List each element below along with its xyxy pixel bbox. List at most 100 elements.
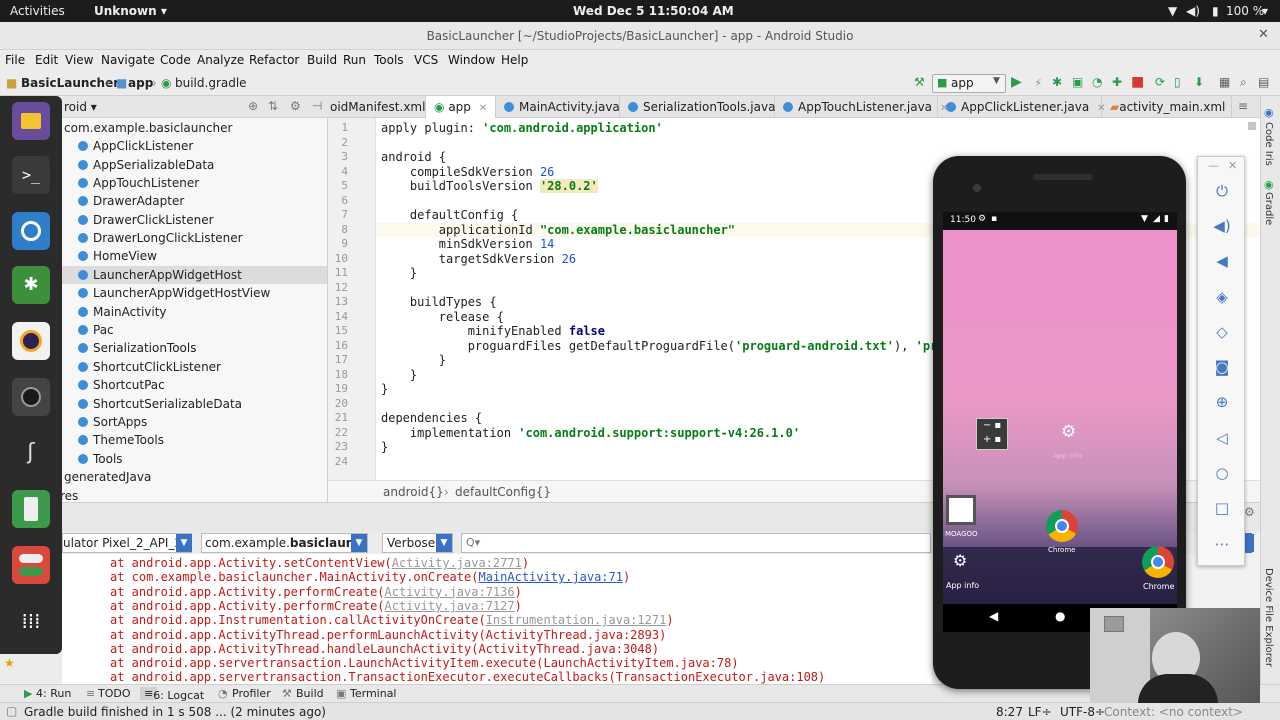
home-icon[interactable]: ○ [1211, 462, 1233, 484]
debug-icon[interactable]: ✱ [1052, 75, 1062, 89]
avd-manager-icon[interactable]: ▯ [1174, 75, 1181, 89]
back-icon[interactable]: ◁ [1211, 427, 1233, 449]
screenshot-camera-icon[interactable]: ◙ [1211, 356, 1233, 378]
tree-class-item[interactable]: Pac [78, 321, 114, 339]
zoom-icon[interactable]: ⊕ [1211, 391, 1233, 413]
tab-android-manifest[interactable]: oidManifest.xml [328, 96, 426, 118]
tab-activity-main-xml[interactable]: ▰activity_main.xml [1102, 96, 1232, 118]
menu-window[interactable]: Window [448, 53, 495, 67]
rotate-left-icon[interactable]: ◈ [1211, 286, 1233, 308]
gradle-tab[interactable]: Gradle [1263, 192, 1274, 225]
volume-down-icon[interactable]: ◀ [1211, 250, 1233, 272]
sync-icon[interactable]: ⟳ [1155, 75, 1165, 89]
breadcrumb-file[interactable]: build.gradle [175, 76, 247, 90]
log-search-input[interactable]: Q▾ [461, 533, 931, 553]
close-tab-icon[interactable]: ✕ [479, 103, 487, 114]
nav-home-icon[interactable]: ● [1055, 609, 1065, 623]
tree-class-item[interactable]: SortApps [78, 413, 147, 431]
menu-view[interactable]: View [65, 53, 93, 67]
make-project-icon[interactable]: ⚒ [914, 75, 925, 89]
context-indicator[interactable]: Context: <no context> [1104, 705, 1243, 719]
tool-terminal[interactable]: Terminal [350, 687, 397, 700]
tool-run[interactable]: 4: Run [36, 687, 71, 700]
attach-debugger-icon[interactable]: ✚ [1112, 75, 1122, 89]
package-dropdown[interactable]: com.example.basiclaunche ▼ [201, 533, 368, 553]
terminal-app-icon[interactable]: >_ [12, 156, 50, 194]
tree-class-item[interactable]: MainActivity [78, 303, 167, 321]
tree-class-item[interactable]: SerializationTools [78, 339, 197, 357]
tree-class-item[interactable]: AppSerializableData [78, 156, 214, 174]
log-settings-icon[interactable]: ⚙ [1244, 505, 1255, 519]
chrome-dock-icon[interactable] [1142, 546, 1174, 578]
tree-class-item-selected[interactable]: LauncherAppWidgetHost [62, 266, 327, 284]
calculator-app-icon[interactable]: − ▪ + ▪ [976, 418, 1008, 450]
tree-class-item[interactable]: DrawerClickListener [78, 211, 214, 229]
tree-class-item[interactable]: DrawerAdapter [78, 192, 184, 210]
device-file-explorer-tab[interactable]: Device File Explorer [1263, 568, 1274, 667]
system-menu-icon[interactable]: ▾ [1262, 4, 1268, 18]
files-app-icon[interactable] [12, 102, 50, 140]
menu-analyze[interactable]: Analyze [197, 53, 244, 67]
search-icon[interactable]: ⌕ [1240, 75, 1247, 90]
more-options-icon[interactable]: ⋯ [1211, 533, 1233, 555]
apply-changes-icon[interactable]: ⚡ [1034, 76, 1042, 90]
tree-class-item[interactable]: AppTouchListener [78, 174, 199, 192]
menu-tools[interactable]: Tools [374, 53, 404, 67]
log-link[interactable]: Instrumentation.java:1271 [486, 613, 667, 627]
tool-build[interactable]: Build [296, 687, 324, 700]
hide-panel-icon[interactable]: ⊣ [312, 99, 322, 113]
tree-class-item[interactable]: ShortcutClickListener [78, 358, 221, 376]
tree-class-item[interactable]: ShortcutPac [78, 376, 165, 394]
tree-class-item[interactable]: AppClickListener [78, 137, 193, 155]
settings-toggle-app-icon[interactable] [12, 546, 50, 584]
structure-icon[interactable]: ▦ [1219, 75, 1230, 89]
moagoo-app-icon[interactable] [946, 495, 976, 525]
tasks-icon[interactable]: ▤ [1258, 75, 1269, 89]
tool-profiler[interactable]: Profiler [232, 687, 271, 700]
tree-class-item[interactable]: DrawerLongClickListener [78, 229, 243, 247]
device-dropdown[interactable]: ulator Pixel_2_API_2 ▼ [62, 533, 192, 553]
tab-overflow-icon[interactable]: ≡ [1238, 99, 1248, 113]
minimize-icon[interactable]: — [1208, 159, 1219, 172]
coverage-icon[interactable]: ▣ [1072, 75, 1083, 89]
overview-icon[interactable]: □ [1211, 497, 1233, 519]
emulator-screen[interactable]: 11:50 ⚙ ▪ ▼ ◢ ▮ − ▪ + ▪ ⚙ App info MOAGOO… [943, 212, 1177, 632]
menu-edit[interactable]: Edit [35, 53, 58, 67]
close-window-icon[interactable]: ✕ [1258, 27, 1269, 42]
log-level-dropdown[interactable]: Verbose ▼ [382, 533, 453, 553]
tab-serialization-tools[interactable]: SerializationTools.java✕ [620, 96, 792, 118]
obs-app-icon[interactable] [12, 378, 50, 416]
power-icon[interactable]: ⏻ [1211, 180, 1233, 202]
tab-main-activity[interactable]: MainActivity.java✕ [496, 96, 636, 118]
nav-back-icon[interactable]: ◀ [989, 609, 998, 623]
run-config-dropdown[interactable]: ■ app ▼ [932, 74, 1006, 93]
tab-app-click-listener[interactable]: AppClickListener.java ✕ [938, 96, 1106, 118]
logcat-output[interactable]: at android.app.Activity.setContentView(A… [62, 554, 932, 684]
tool-logcat[interactable]: ≡ 6: Logcat [140, 687, 204, 702]
log-filter-edge[interactable] [1244, 534, 1254, 552]
line-separator[interactable]: LF÷ [1028, 705, 1052, 719]
breadcrumb-module[interactable]: app [128, 76, 153, 90]
tab-app-touch-listener[interactable]: AppTouchListener.java ✕ [775, 96, 948, 118]
app-info-gear-icon[interactable]: ⚙ [953, 551, 967, 570]
rotate-right-icon[interactable]: ◇ [1211, 321, 1233, 343]
app-menu[interactable]: Unknown ▾ [94, 4, 167, 18]
menu-file[interactable]: File [5, 53, 25, 67]
tree-class-item[interactable]: LauncherAppWidgetHostView [78, 284, 270, 302]
chrome-app-icon[interactable] [1046, 510, 1078, 542]
settings-gear-icon[interactable]: ⚙ [290, 99, 301, 113]
show-applications-icon[interactable]: ⁞⁞⁞ [12, 602, 50, 640]
breadcrumb-default-config[interactable]: defaultConfig{} [455, 485, 551, 499]
tree-class-item[interactable]: ShortcutSerializableData [78, 395, 242, 413]
log-link[interactable]: Activity.java:2771 [392, 556, 522, 570]
log-link[interactable]: Activity.java:7136 [385, 585, 515, 599]
run-icon[interactable]: ▶ [1011, 74, 1022, 90]
android-studio-app-icon[interactable]: ✱ [12, 266, 50, 304]
log-link[interactable]: Activity.java:7127 [385, 599, 515, 613]
file-encoding[interactable]: UTF-8÷ [1060, 705, 1105, 719]
chromium-app-icon[interactable] [12, 212, 50, 250]
activities-button[interactable]: Activities [10, 4, 65, 18]
menu-code[interactable]: Code [160, 53, 191, 67]
tree-class-item[interactable]: ThemeTools [78, 431, 164, 449]
sync-scroll-icon[interactable]: ⊕ [248, 99, 258, 113]
